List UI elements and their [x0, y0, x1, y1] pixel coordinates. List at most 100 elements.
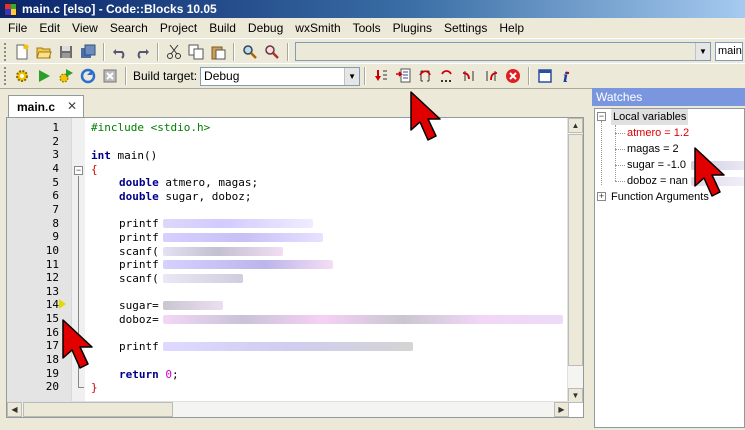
scroll-left-icon[interactable]: ◀ [7, 402, 22, 417]
toolbar-separator [125, 67, 127, 85]
scroll-up-icon[interactable]: ▲ [568, 118, 583, 133]
cut-icon[interactable] [163, 41, 185, 63]
main-toolbar: ▼ main [0, 38, 745, 64]
debug-continue-icon[interactable] [370, 65, 392, 87]
line-number: 14 [45, 298, 59, 312]
line-number: 13 [45, 284, 59, 298]
menu-wxsmith[interactable]: wxSmith [289, 18, 346, 38]
menu-view[interactable]: View [66, 18, 104, 38]
next-instruction-icon[interactable] [436, 65, 458, 87]
step-out-icon[interactable] [480, 65, 502, 87]
toolbar-grip[interactable] [4, 67, 7, 85]
line-number: 18 [45, 353, 59, 367]
chevron-down-icon[interactable]: ▼ [695, 43, 710, 60]
paste-icon[interactable] [207, 41, 229, 63]
menu-debug[interactable]: Debug [242, 18, 289, 38]
toolbar-separator [157, 42, 159, 61]
build-target-value: Debug [204, 68, 240, 83]
tree-guide [615, 165, 625, 166]
line-number: 5 [52, 175, 59, 189]
menu-help[interactable]: Help [493, 18, 530, 38]
keyword: double [119, 176, 159, 189]
line-number: 19 [45, 366, 59, 380]
local-variables-label[interactable]: Local variables [611, 109, 689, 125]
run-to-cursor-icon[interactable] [392, 65, 414, 87]
redo-icon[interactable] [131, 41, 153, 63]
chevron-down-icon[interactable]: ▼ [344, 67, 360, 85]
menu-build[interactable]: Build [203, 18, 242, 38]
watch-item-doboz[interactable]: doboz = nan [627, 173, 688, 189]
code-line-3: int main() [91, 149, 157, 162]
menu-settings[interactable]: Settings [438, 18, 493, 38]
keyword: double [119, 190, 159, 203]
horizontal-scrollbar[interactable]: ◀ ▶ [7, 401, 569, 417]
scroll-thumb[interactable] [23, 402, 173, 417]
watch-item-magas[interactable]: magas = 2 [627, 141, 679, 157]
code-line-20: } [91, 381, 98, 394]
watch-item-atmero[interactable]: atmero = 1.2 [627, 125, 689, 141]
toolbar-separator [233, 42, 235, 61]
redacted-code [163, 315, 563, 324]
code-completion-scope-combo[interactable]: ▼ [295, 42, 711, 61]
run-icon[interactable] [33, 65, 55, 87]
step-into-icon[interactable] [458, 65, 480, 87]
annotation-arrow-current-line [62, 319, 93, 369]
open-folder-icon[interactable] [33, 41, 55, 63]
debug-windows-icon[interactable] [534, 65, 556, 87]
copy-icon[interactable] [185, 41, 207, 63]
stop-debugger-icon[interactable] [502, 65, 524, 87]
number-literal: 0 [165, 368, 172, 381]
abort-icon[interactable] [99, 65, 121, 87]
scroll-right-icon[interactable]: ▶ [554, 402, 569, 417]
code-line-19: return 0; [119, 368, 179, 381]
line-number: 8 [52, 216, 59, 230]
menu-file[interactable]: File [2, 18, 33, 38]
toolbar-separator [364, 67, 367, 85]
fold-end [78, 387, 84, 388]
scroll-thumb[interactable] [568, 134, 583, 366]
toolbar-grip[interactable] [4, 42, 7, 61]
new-file-icon[interactable] [11, 41, 33, 63]
code-line-12: scanf( [119, 272, 159, 285]
watch-item-sugar[interactable]: sugar = -1.0 [627, 157, 686, 173]
line-number: 7 [52, 202, 59, 216]
code-line-10: scanf( [119, 245, 159, 258]
undo-icon[interactable] [109, 41, 131, 63]
build-target-label: Build target: [133, 69, 198, 83]
line-number: 11 [45, 257, 59, 271]
tree-guide [615, 133, 625, 134]
editor-panel: main.c ✕ 1 2 3 4 5 6 7 8 9 10 11 12 13 14 15 16 17 18 19 20… [0, 90, 590, 430]
code-text: main() [110, 149, 158, 162]
redacted-code [163, 301, 223, 310]
collapse-icon[interactable]: − [597, 112, 606, 121]
vertical-scrollbar[interactable]: ▲ ▼ [567, 118, 583, 403]
save-all-icon[interactable] [77, 41, 99, 63]
scroll-down-icon[interactable]: ▼ [568, 388, 583, 403]
tab-main-c[interactable]: main.c ✕ [8, 95, 84, 117]
symbol-combo[interactable]: main [715, 42, 743, 61]
title-bar: main.c [elso] - Code::Blocks 10.05 [0, 0, 745, 18]
redacted-code [163, 247, 283, 256]
line-number: 2 [52, 134, 59, 148]
rebuild-icon[interactable] [77, 65, 99, 87]
keyword: int [91, 149, 111, 162]
save-icon[interactable] [55, 41, 77, 63]
find-icon[interactable] [239, 41, 261, 63]
menu-plugins[interactable]: Plugins [387, 18, 438, 38]
expand-icon[interactable]: + [597, 192, 606, 201]
line-number: 20 [45, 380, 59, 394]
menu-project[interactable]: Project [154, 18, 203, 38]
build-and-run-icon[interactable] [55, 65, 77, 87]
line-number: 4 [52, 161, 59, 175]
fold-collapse-icon[interactable]: − [74, 166, 83, 175]
close-icon[interactable]: ✕ [67, 99, 77, 113]
build-target-select[interactable]: Debug ▼ [200, 66, 361, 86]
menu-search[interactable]: Search [104, 18, 154, 38]
replace-icon[interactable] [261, 41, 283, 63]
build-gear-icon[interactable] [11, 65, 33, 87]
next-line-icon[interactable] [414, 65, 436, 87]
menu-tools[interactable]: Tools [347, 18, 387, 38]
codeblocks-app-icon [4, 2, 17, 16]
menu-edit[interactable]: Edit [33, 18, 66, 38]
info-icon[interactable]: i [556, 65, 578, 87]
